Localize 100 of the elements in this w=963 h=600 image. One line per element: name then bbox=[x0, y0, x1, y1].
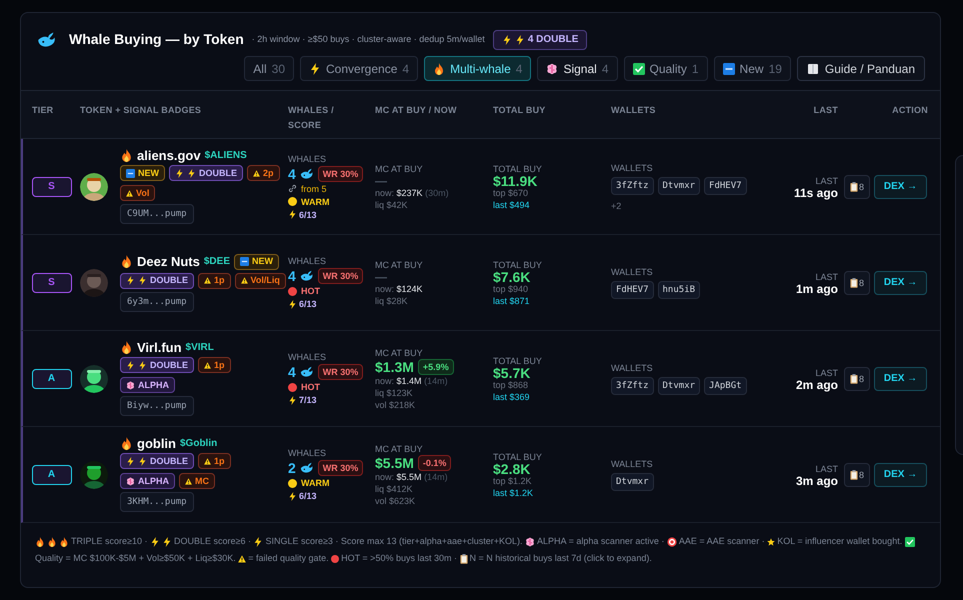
lightning-icon bbox=[253, 537, 264, 548]
signal-badge: Vol/Liq bbox=[234, 272, 286, 288]
token-name: goblin bbox=[137, 438, 176, 450]
signal-badge: ALPHA bbox=[120, 473, 175, 489]
top-buy: top $670 bbox=[493, 187, 530, 198]
filter-tab[interactable]: Quality 1 bbox=[624, 56, 708, 81]
column-header: TOTAL BUY bbox=[493, 104, 547, 117]
lightning-icon bbox=[288, 396, 297, 404]
history-button[interactable]: 8 bbox=[844, 174, 870, 198]
clipboard-icon bbox=[460, 554, 468, 564]
brain-icon bbox=[546, 62, 558, 74]
clipboard-icon bbox=[850, 374, 858, 384]
flame-icon bbox=[120, 437, 133, 450]
column-header: LAST bbox=[812, 104, 838, 117]
wallet-chip[interactable]: Dtvmxr bbox=[658, 176, 700, 194]
double-count-badge: 4 DOUBLE bbox=[492, 30, 588, 50]
legend-text: HOT = >50% buys last 30m · bbox=[341, 552, 457, 563]
whale-icon bbox=[300, 269, 314, 283]
mc-value: $1.3M bbox=[375, 360, 414, 372]
mc-now: now: $5.5M (14m) bbox=[375, 470, 449, 482]
mc-value: — bbox=[375, 270, 387, 282]
last-time: 3m ago bbox=[796, 474, 838, 486]
token-symbol: $Goblin bbox=[180, 438, 218, 450]
whale-count: 2 bbox=[288, 462, 296, 474]
wallets-label: WALLETS bbox=[611, 458, 654, 470]
signal-badge: 1p bbox=[198, 357, 231, 373]
wallet-chip[interactable]: Dtvmxr bbox=[611, 473, 654, 491]
score-value: 6/13 bbox=[299, 208, 317, 220]
total-label: TOTAL BUY bbox=[493, 258, 543, 270]
mc-value: $5.5M bbox=[375, 456, 414, 468]
history-button[interactable]: 8 bbox=[844, 270, 870, 294]
whale-count: 4 bbox=[288, 366, 296, 378]
legend-text: = failed quality gate. bbox=[248, 552, 329, 563]
from-count: from 5 bbox=[301, 182, 327, 194]
legend-text: SINGLE score≥3 · Score max 13 (tier+alpha+aae+cluster+KOL). bbox=[265, 536, 523, 546]
signal-badge: NEW bbox=[234, 254, 279, 270]
panel-subtitle: · 2h window · ≥$50 buys · cluster-aware · dedup 5m/wallet bbox=[252, 32, 485, 46]
warning-icon bbox=[238, 554, 246, 563]
mc-label: MC AT BUY bbox=[375, 442, 424, 454]
signal-badge: NEW bbox=[120, 165, 165, 181]
warning-icon bbox=[253, 170, 260, 176]
tier-badge: S bbox=[32, 272, 72, 292]
guide-button[interactable]: Guide / Panduan bbox=[796, 56, 925, 81]
win-rate-badge: WR 30% bbox=[318, 460, 364, 476]
wallet-chip[interactable]: hnu5iB bbox=[658, 281, 700, 299]
filter-tab[interactable]: New 19 bbox=[714, 56, 791, 81]
wallet-chip[interactable]: 3fZftz bbox=[611, 176, 654, 194]
signal-badge: DOUBLE bbox=[120, 272, 194, 288]
history-button[interactable]: 8 bbox=[844, 462, 870, 486]
wallet-chip[interactable]: JApBGt bbox=[704, 377, 747, 395]
warning-icon bbox=[204, 362, 211, 368]
token-address[interactable]: C9UM...pump bbox=[120, 204, 194, 224]
dex-button[interactable]: DEX → bbox=[874, 366, 928, 390]
mc-now: now: $237K (30m) bbox=[375, 186, 450, 198]
history-button[interactable]: 8 bbox=[844, 366, 870, 390]
dex-button[interactable]: DEX → bbox=[874, 462, 928, 486]
last-buy: last $1.2K bbox=[493, 486, 534, 498]
token-symbol: $DEE bbox=[204, 256, 230, 268]
flame-icon bbox=[433, 62, 446, 74]
wallet-chip[interactable]: FdHEV7 bbox=[611, 281, 654, 299]
legend-text: ALPHA = alpha scanner active · bbox=[537, 536, 664, 546]
signal-badge: MC bbox=[179, 473, 215, 489]
filter-tab[interactable]: Signal 4 bbox=[537, 56, 618, 81]
token-address[interactable]: Biyw...pump bbox=[120, 396, 194, 416]
wallet-chip[interactable]: FdHEV7 bbox=[704, 176, 747, 194]
dex-button[interactable]: DEX → bbox=[874, 174, 928, 198]
warning-icon bbox=[204, 277, 211, 284]
filter-tab[interactable]: All 30 bbox=[244, 56, 294, 81]
token-address[interactable]: 3KHM...pump bbox=[120, 492, 194, 512]
last-buy: last $369 bbox=[493, 390, 531, 402]
whale-icon bbox=[300, 461, 314, 475]
token-name: aliens.gov bbox=[137, 150, 201, 162]
win-rate-badge: WR 30% bbox=[318, 166, 364, 182]
lightning-icon bbox=[288, 492, 297, 500]
filter-tab[interactable]: Multi-whale 4 bbox=[424, 56, 532, 81]
dex-button[interactable]: DEX → bbox=[874, 270, 928, 294]
liquidity-value: liq $28K bbox=[375, 294, 409, 306]
filter-tab[interactable]: Convergence 4 bbox=[300, 56, 418, 81]
signal-badge: 1p bbox=[198, 453, 231, 469]
wallet-chip[interactable]: 3fZftz bbox=[611, 377, 654, 395]
checkbox-icon bbox=[632, 62, 644, 74]
last-buy: last $871 bbox=[493, 294, 531, 306]
win-rate-badge: WR 30% bbox=[318, 364, 364, 380]
warning-icon bbox=[185, 478, 192, 484]
clipboard-icon bbox=[850, 182, 858, 192]
column-header: TIER bbox=[31, 104, 54, 117]
whales-label: WHALES bbox=[288, 152, 328, 164]
liquidity-value: liq $412K bbox=[375, 482, 414, 494]
clipboard-icon bbox=[850, 278, 858, 288]
brain-icon bbox=[525, 537, 536, 548]
wallet-chip[interactable]: Dtvmxr bbox=[658, 377, 700, 395]
column-header: ACTION bbox=[891, 104, 929, 117]
lightning-icon bbox=[288, 300, 297, 308]
token-address[interactable]: 6y3m...pump bbox=[120, 292, 194, 312]
last-label: LAST bbox=[815, 462, 838, 474]
target-icon bbox=[666, 537, 677, 548]
new-tag-icon bbox=[722, 62, 735, 74]
top-buy: top $868 bbox=[493, 379, 530, 390]
legend-text: TRIPLE score≥10 · bbox=[71, 536, 148, 546]
column-header: WALLETS bbox=[611, 104, 657, 117]
